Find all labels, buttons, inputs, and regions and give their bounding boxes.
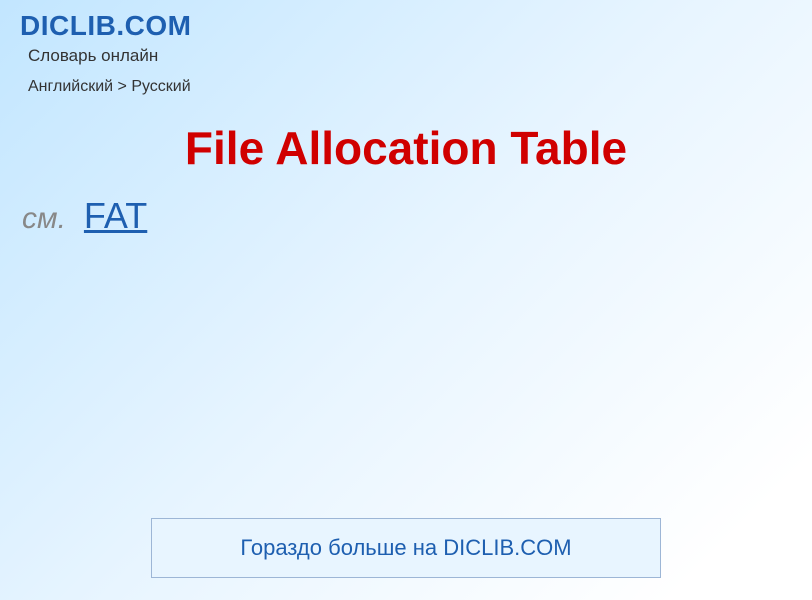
- site-title[interactable]: DICLIB.COM: [20, 10, 792, 42]
- breadcrumb[interactable]: Английский > Русский: [28, 78, 792, 96]
- see-link[interactable]: FAT: [84, 195, 147, 236]
- entry-title: File Allocation Table: [0, 121, 812, 175]
- entry-body: см. FAT: [22, 195, 812, 237]
- see-label: см.: [22, 202, 66, 235]
- footer-banner[interactable]: Гораздо больше на DICLIB.COM: [151, 518, 661, 578]
- site-subtitle: Словарь онлайн: [28, 46, 792, 66]
- header: DICLIB.COM Словарь онлайн Английский > Р…: [0, 0, 812, 101]
- footer-link[interactable]: Гораздо больше на DICLIB.COM: [240, 535, 571, 560]
